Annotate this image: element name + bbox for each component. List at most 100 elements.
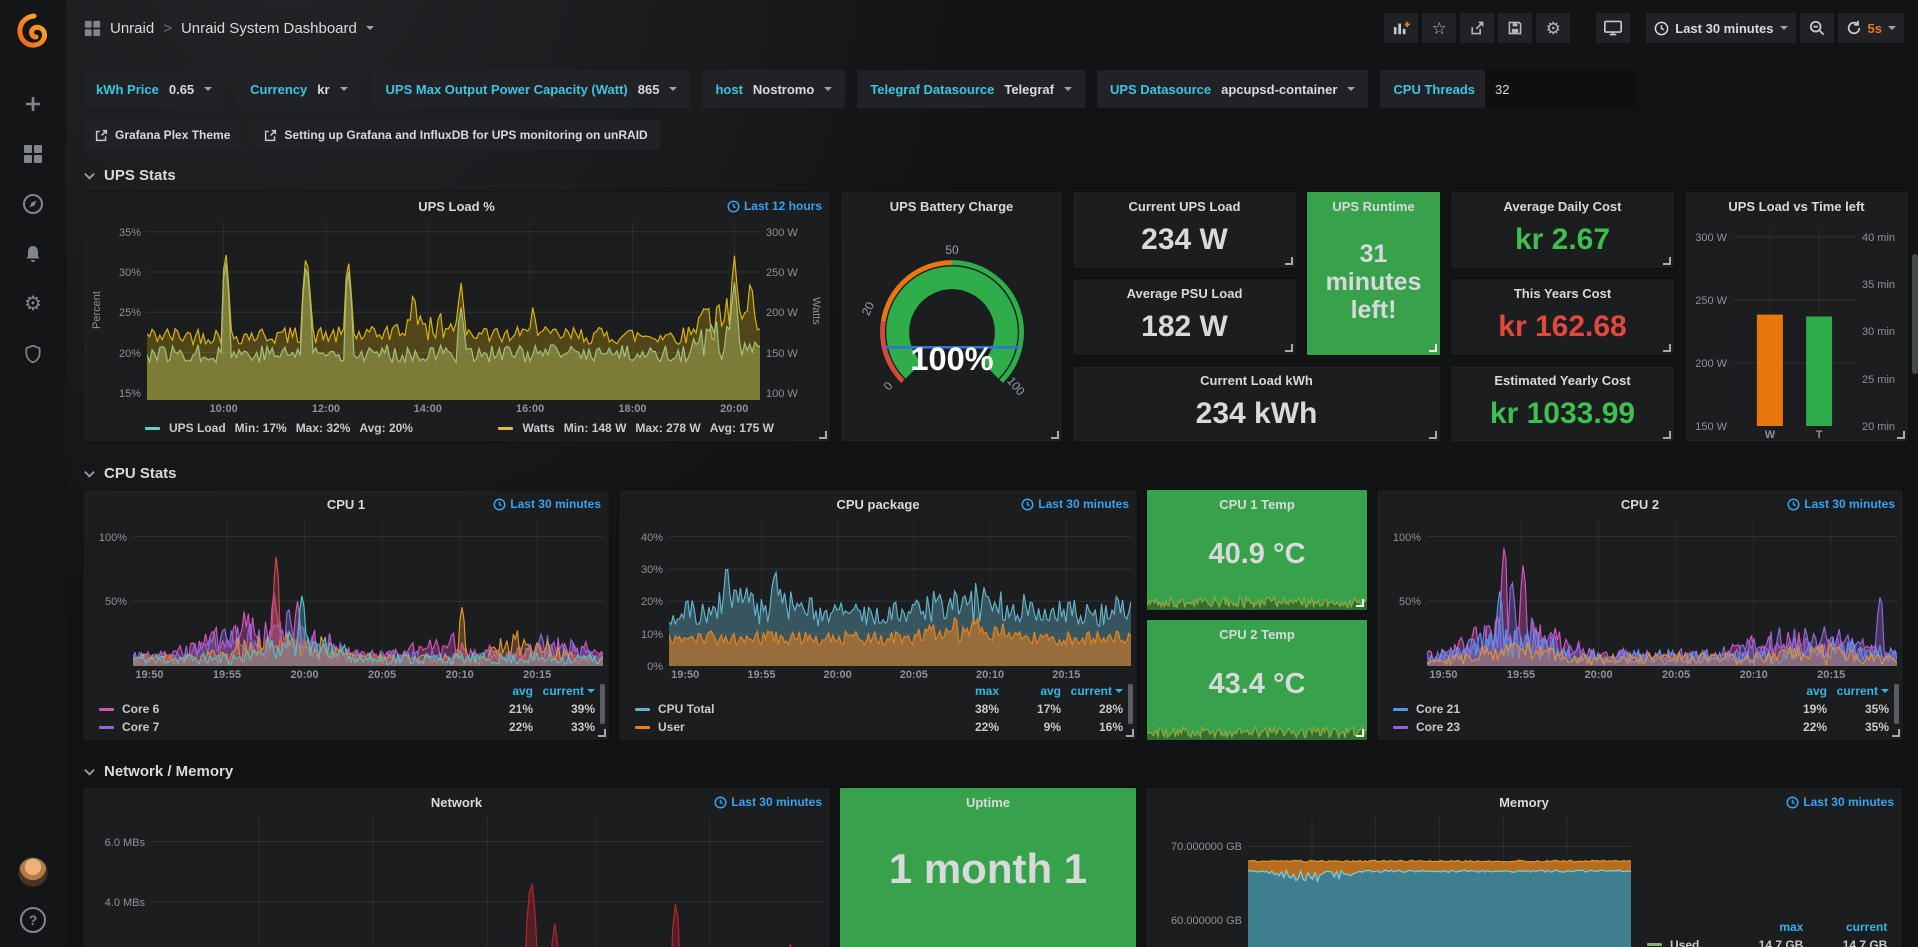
network-chart[interactable]: 6.0 MBs4.0 MBs2.0 MBs bbox=[89, 817, 824, 947]
chart-plot[interactable] bbox=[133, 519, 603, 666]
chart-plot[interactable] bbox=[151, 817, 824, 947]
breadcrumb-folder[interactable]: Unraid bbox=[110, 20, 154, 37]
cycle-view-mode-button[interactable] bbox=[1596, 13, 1630, 43]
variable-ups-max-output[interactable]: UPS Max Output Power Capacity (Watt) 865 bbox=[373, 70, 691, 108]
series-name[interactable]: Core 7 bbox=[122, 720, 159, 734]
chart-plot[interactable] bbox=[1733, 227, 1856, 426]
legend-scrollbar[interactable] bbox=[1128, 684, 1133, 724]
chart-plot[interactable] bbox=[669, 519, 1131, 666]
refresh-interval-label[interactable]: 5s bbox=[1868, 21, 1882, 36]
link-grafana-plex-theme[interactable]: Grafana Plex Theme bbox=[83, 120, 242, 150]
panel-time-range[interactable]: Last 30 minutes bbox=[493, 497, 601, 511]
panel-title[interactable]: Average Daily Cost bbox=[1451, 192, 1674, 219]
explore-icon[interactable] bbox=[21, 192, 45, 216]
panel-time-range[interactable]: Last 30 minutes bbox=[1021, 497, 1129, 511]
legend-scrollbar[interactable] bbox=[1894, 684, 1899, 724]
ups-bars-chart[interactable]: 300 W250 W200 W150 W 40 min35 min30 min2… bbox=[1691, 227, 1902, 442]
panel-title[interactable]: UPS Load vs Time left bbox=[1685, 192, 1908, 219]
series-name[interactable]: Used bbox=[1670, 938, 1699, 947]
create-icon[interactable] bbox=[21, 92, 45, 116]
legend-header-max[interactable]: max bbox=[1719, 920, 1803, 934]
chart-plot[interactable] bbox=[1248, 817, 1631, 947]
save-button[interactable] bbox=[1498, 13, 1532, 43]
series-name[interactable]: Core 21 bbox=[1416, 702, 1460, 716]
star-button[interactable]: ☆ bbox=[1422, 13, 1456, 43]
cpu-package-chart[interactable]: 40%30%20%10%0% 19:5019:5520:0020:0520:10… bbox=[625, 519, 1131, 682]
dashboards-icon[interactable] bbox=[21, 142, 45, 166]
section-ups-stats[interactable]: UPS Stats bbox=[83, 158, 1910, 192]
variable-value[interactable]: Telegraf bbox=[1004, 82, 1054, 97]
legend-header-current[interactable]: current bbox=[533, 684, 595, 698]
legend-row[interactable]: User bbox=[635, 720, 937, 734]
legend-series-ups-load[interactable]: UPS Load Min: 17% Max: 32% Avg: 20% bbox=[145, 421, 413, 435]
variable-host[interactable]: host Nostromo bbox=[702, 70, 845, 108]
variable-value[interactable]: 0.65 bbox=[169, 82, 194, 97]
series-name[interactable]: UPS Load bbox=[169, 421, 226, 435]
variable-telegraf-datasource[interactable]: Telegraf Datasource Telegraf bbox=[857, 70, 1085, 108]
panel-title[interactable]: Current UPS Load bbox=[1073, 192, 1296, 219]
legend-row[interactable]: Core 7 bbox=[99, 720, 471, 734]
panel-title[interactable]: Current Load kWh bbox=[1073, 366, 1440, 393]
variable-ups-datasource[interactable]: UPS Datasource apcupsd-container bbox=[1097, 70, 1368, 108]
panel-title[interactable]: CPU 1 Temp bbox=[1147, 490, 1367, 517]
legend-header-current[interactable]: current bbox=[1803, 920, 1887, 934]
panel-title[interactable]: UPS Runtime bbox=[1307, 192, 1440, 219]
user-avatar[interactable] bbox=[18, 857, 48, 887]
legend-header-max[interactable]: max bbox=[937, 684, 999, 698]
dashboard-settings-button[interactable]: ⚙ bbox=[1536, 13, 1570, 43]
help-icon[interactable]: ? bbox=[20, 907, 46, 933]
time-range-picker[interactable]: Last 30 minutes bbox=[1646, 13, 1795, 43]
section-network-memory[interactable]: Network / Memory bbox=[83, 754, 1910, 788]
legend-row[interactable]: Core 6 bbox=[99, 702, 471, 716]
series-name[interactable]: User bbox=[658, 720, 685, 734]
alerting-bell-icon[interactable] bbox=[21, 242, 45, 266]
chart-plot[interactable] bbox=[1427, 519, 1897, 666]
configuration-gear-icon[interactable]: ⚙ bbox=[21, 292, 45, 316]
variable-value[interactable]: apcupsd-container bbox=[1221, 82, 1337, 97]
series-name[interactable]: Core 6 bbox=[122, 702, 159, 716]
variable-kwh-price[interactable]: kWh Price 0.65 bbox=[83, 70, 225, 108]
legend-row[interactable]: Core 23 bbox=[1393, 720, 1765, 734]
legend-series-watts[interactable]: Watts Min: 148 W Max: 278 W Avg: 175 W bbox=[498, 421, 774, 435]
panel-title[interactable]: Average PSU Load bbox=[1073, 279, 1296, 306]
legend-row[interactable]: Core 21 bbox=[1393, 702, 1765, 716]
cpu-threads-input[interactable] bbox=[1485, 70, 1635, 108]
series-name[interactable]: Core 23 bbox=[1416, 720, 1460, 734]
chart-plot[interactable] bbox=[147, 221, 760, 400]
series-name[interactable]: CPU Total bbox=[658, 702, 714, 716]
legend-row[interactable]: Used bbox=[1647, 938, 1719, 947]
panel-time-range[interactable]: Last 30 minutes bbox=[1787, 497, 1895, 511]
legend-header-avg[interactable]: avg bbox=[999, 684, 1061, 698]
section-cpu-stats[interactable]: CPU Stats bbox=[83, 456, 1910, 490]
share-button[interactable] bbox=[1460, 13, 1494, 43]
panel-title[interactable]: Uptime bbox=[840, 788, 1136, 815]
server-admin-shield-icon[interactable] bbox=[21, 342, 45, 366]
grafana-logo[interactable] bbox=[12, 10, 54, 52]
legend-header-avg[interactable]: avg bbox=[471, 684, 533, 698]
panel-title[interactable]: UPS Battery Charge bbox=[841, 192, 1062, 219]
legend-row[interactable]: CPU Total bbox=[635, 702, 937, 716]
panel-title[interactable]: This Years Cost bbox=[1451, 279, 1674, 306]
link-ups-monitoring-guide[interactable]: Setting up Grafana and InfluxDB for UPS … bbox=[252, 120, 659, 150]
cpu1-chart[interactable]: 100%50% 19:5019:5520:0020:0520:1020:15 bbox=[89, 519, 603, 682]
variable-value[interactable]: Nostromo bbox=[753, 82, 814, 97]
refresh-button[interactable]: 5s bbox=[1838, 13, 1904, 43]
legend-header-current[interactable]: current bbox=[1061, 684, 1123, 698]
cpu2-chart[interactable]: 100%50% 19:5019:5520:0020:0520:1020:15 bbox=[1383, 519, 1897, 682]
legend-header-current[interactable]: current bbox=[1827, 684, 1889, 698]
variable-currency[interactable]: Currency kr bbox=[237, 70, 360, 108]
series-name[interactable]: Watts bbox=[522, 421, 554, 435]
chevron-down-icon[interactable] bbox=[366, 26, 374, 30]
panel-time-range[interactable]: Last 12 hours bbox=[727, 199, 822, 213]
page-scrollbar[interactable] bbox=[1912, 254, 1918, 374]
panel-time-range[interactable]: Last 30 minutes bbox=[1786, 795, 1894, 809]
memory-chart[interactable]: 70.000000 GB60.000000 GB50.000000 GB max… bbox=[1152, 817, 1896, 947]
panel-title[interactable]: Estimated Yearly Cost bbox=[1451, 366, 1674, 393]
panel-time-range[interactable]: Last 30 minutes bbox=[714, 795, 822, 809]
breadcrumb-dashboard[interactable]: Unraid System Dashboard bbox=[181, 20, 357, 37]
variable-value[interactable]: 865 bbox=[638, 82, 660, 97]
panel-title[interactable]: UPS Load % bbox=[83, 192, 830, 219]
legend-header-avg[interactable]: avg bbox=[1765, 684, 1827, 698]
variable-value[interactable]: kr bbox=[317, 82, 329, 97]
add-panel-button[interactable] bbox=[1384, 13, 1418, 43]
